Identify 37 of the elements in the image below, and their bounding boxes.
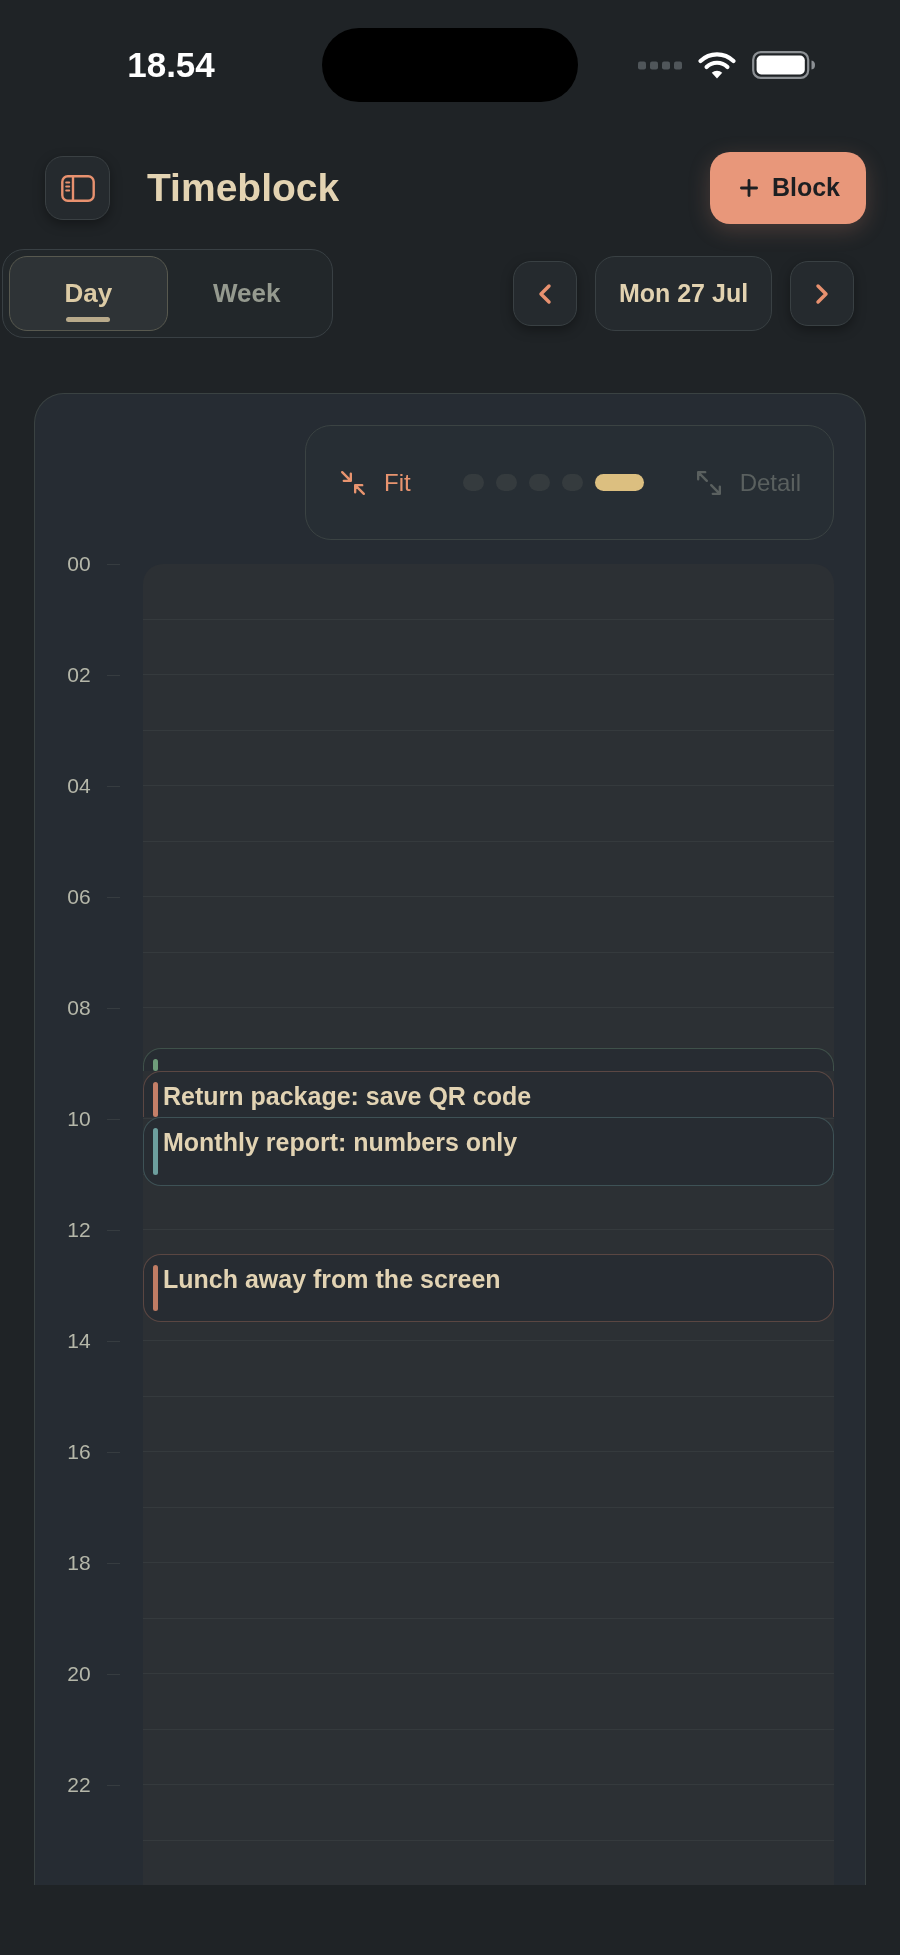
sidebar-icon — [60, 174, 95, 202]
battery-icon — [752, 51, 816, 79]
next-day-button[interactable] — [790, 261, 854, 326]
hour-label: 06 — [66, 884, 92, 910]
event-title: Return package: save QR code — [163, 1082, 532, 1111]
view-tab[interactable]: Day — [9, 256, 168, 331]
previous-day-button[interactable] — [513, 261, 577, 326]
hour-label: 14 — [66, 1328, 92, 1354]
wifi-icon — [698, 51, 736, 79]
event-title: Monthly report: numbers only — [163, 1127, 518, 1156]
hour-label: 10 — [66, 1106, 92, 1132]
view-tab[interactable]: Week — [167, 256, 326, 331]
hour-label: 02 — [66, 662, 92, 688]
shrink-arrows-icon — [340, 469, 366, 496]
hour-label: 08 — [66, 995, 92, 1021]
expand-arrows-icon — [695, 469, 722, 496]
event-block[interactable]: Return package: save QR code — [143, 1071, 834, 1117]
event-title: Lunch away from the screen — [163, 1264, 501, 1293]
signal-icon — [638, 60, 682, 70]
hour-label: 18 — [66, 1550, 92, 1576]
event-block[interactable]: Monthly report: numbers only — [143, 1116, 834, 1186]
hour-label: 16 — [66, 1439, 92, 1465]
status-time: 18.54 — [127, 45, 215, 85]
add-block-button[interactable]: Block — [709, 152, 866, 224]
hour-label: 22 — [66, 1772, 92, 1798]
tab-underline-icon — [66, 317, 111, 322]
hour-label: 20 — [66, 1661, 92, 1687]
hour-label: 12 — [66, 1217, 92, 1243]
sidebar-toggle-button[interactable] — [45, 156, 110, 220]
event-block[interactable] — [143, 1047, 834, 1072]
app-title: Timeblock — [147, 165, 340, 211]
zoom-step-icon[interactable] — [594, 474, 644, 491]
hour-label: 00 — [66, 551, 92, 577]
date-button[interactable]: Mon 27 Jul — [595, 256, 772, 331]
event-block[interactable]: Lunch away from the screen — [143, 1253, 834, 1322]
fit-button[interactable]: Fit — [340, 467, 411, 498]
hour-label: 04 — [66, 773, 92, 799]
